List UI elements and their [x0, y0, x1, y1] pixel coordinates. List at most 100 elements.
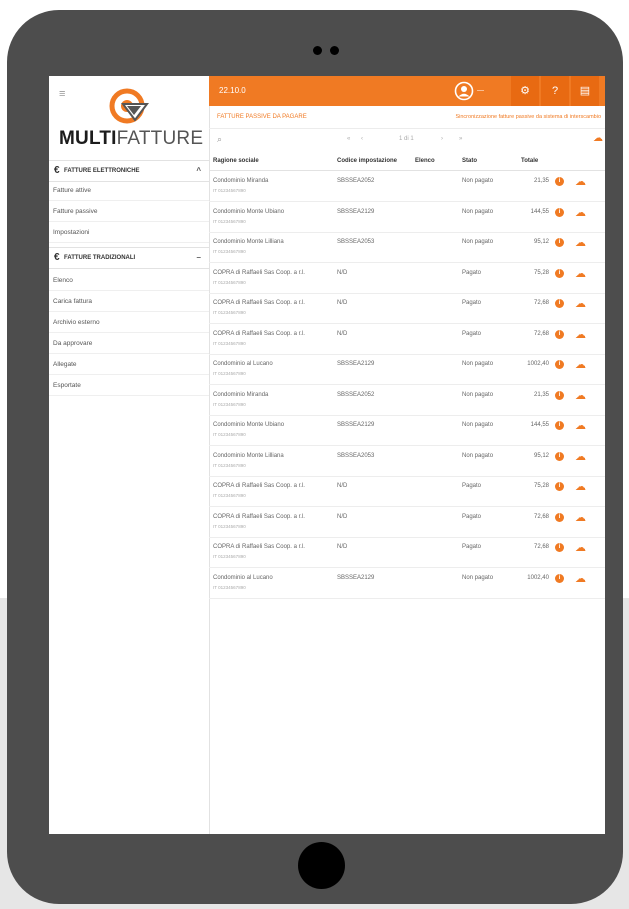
cloud-icon[interactable]: ☁: [575, 450, 586, 463]
info-icon[interactable]: i: [555, 208, 564, 217]
help-icon[interactable]: ?: [541, 76, 569, 106]
info-icon[interactable]: i: [555, 299, 564, 308]
table-row[interactable]: Condominio al Lucano IT 01234567890 SBSSEA…: [209, 354, 605, 385]
cloud-icon[interactable]: ☁: [575, 267, 586, 280]
row-vat: IT 01234567890: [213, 554, 246, 559]
cloud-icon[interactable]: ☁: [575, 419, 586, 432]
section-fatture-tradizionali[interactable]: € FATTURE TRADIZIONALI –: [49, 247, 209, 269]
row-vat: IT 01234567890: [213, 493, 246, 498]
cloud-icon[interactable]: ☁: [575, 389, 586, 402]
sidebar-item-fatture-passive[interactable]: Fatture passive: [49, 202, 209, 222]
row-total: 72,68: [533, 331, 549, 337]
col-totale[interactable]: Totale: [521, 158, 538, 164]
cloud-icon[interactable]: ☁: [575, 328, 586, 341]
user-menu[interactable]: —: [477, 87, 484, 94]
info-icon[interactable]: i: [555, 391, 564, 400]
row-vat: IT 01234567890: [213, 310, 246, 315]
info-icon[interactable]: i: [555, 482, 564, 491]
row-status: Non pagato: [462, 209, 494, 215]
info-icon[interactable]: i: [555, 574, 564, 583]
info-icon[interactable]: i: [555, 452, 564, 461]
row-status: Non pagato: [462, 361, 494, 367]
next-page-button[interactable]: ›: [441, 136, 443, 142]
cloud-icon[interactable]: ☁: [575, 480, 586, 493]
cloud-icon[interactable]: ☁: [575, 572, 586, 585]
tablet-frame: ≡ MULTIFATTURE € FATTURE ELETTRONICHE ^ …: [7, 10, 623, 904]
sidebar-item-impostazioni[interactable]: Impostazioni: [49, 223, 209, 243]
home-button[interactable]: [298, 842, 345, 889]
col-stato[interactable]: Stato: [462, 158, 477, 164]
cloud-icon[interactable]: ☁: [593, 133, 603, 144]
gear-icon[interactable]: ⚙: [511, 76, 539, 106]
table-row[interactable]: Condominio Monte Ubiano IT 01234567890 SBS…: [209, 415, 605, 446]
sidebar-item-esportate[interactable]: Esportate: [49, 376, 209, 396]
cloud-icon[interactable]: ☁: [575, 541, 586, 554]
table-row[interactable]: Condominio Monte Lilliana IT 01234567890 S…: [209, 446, 605, 477]
table-row[interactable]: COPRA di Raffaeli Sas Coop. a r.l. IT 012…: [209, 537, 605, 568]
table-row[interactable]: COPRA di Raffaeli Sas Coop. a r.l. IT 012…: [209, 263, 605, 294]
first-page-button[interactable]: «: [347, 136, 350, 142]
row-status: Pagato: [462, 544, 482, 550]
info-icon[interactable]: i: [555, 513, 564, 522]
info-icon[interactable]: i: [555, 421, 564, 430]
menu-icon[interactable]: ≡: [59, 88, 65, 100]
info-icon[interactable]: i: [555, 238, 564, 247]
document-icon[interactable]: ▤: [571, 76, 599, 106]
cloud-icon[interactable]: ☁: [575, 175, 586, 188]
row-status: Non pagato: [462, 239, 494, 245]
row-status: Non pagato: [462, 178, 494, 184]
row-vat: IT 01234567890: [213, 463, 246, 468]
col-ragione-sociale[interactable]: Ragione sociale: [213, 158, 259, 164]
sidebar-item-da-approvare[interactable]: Da approvare: [49, 334, 209, 354]
row-total: 95,12: [533, 453, 549, 459]
cloud-icon[interactable]: ☁: [575, 297, 586, 310]
row-name: COPRA di Raffaeli Sas Coop. a r.l.: [213, 300, 305, 306]
cloud-icon[interactable]: ☁: [575, 236, 586, 249]
user-circle-icon[interactable]: [454, 81, 474, 101]
section-fatture-elettroniche[interactable]: € FATTURE ELETTRONICHE ^: [49, 160, 209, 182]
table-row[interactable]: COPRA di Raffaeli Sas Coop. a r.l. IT 012…: [209, 507, 605, 538]
prev-page-button[interactable]: ‹: [361, 136, 363, 142]
table-header: Ragione sociale Codice impostazione Elen…: [209, 154, 605, 171]
chevron-down-icon: –: [196, 253, 201, 262]
sidebar-item-carica-fattura[interactable]: Carica fattura: [49, 292, 209, 312]
info-icon[interactable]: i: [555, 360, 564, 369]
sidebar: ≡ MULTIFATTURE € FATTURE ELETTRONICHE ^ …: [49, 76, 210, 834]
euro-icon: €: [54, 252, 60, 263]
row-name: COPRA di Raffaeli Sas Coop. a r.l.: [213, 514, 305, 520]
info-icon[interactable]: i: [555, 269, 564, 278]
info-icon[interactable]: i: [555, 543, 564, 552]
sidebar-item-elenco[interactable]: Elenco: [49, 271, 209, 291]
table-row[interactable]: Condominio al Lucano IT 01234567890 SBSSEA…: [209, 568, 605, 599]
row-code: SBSSEA2129: [337, 209, 375, 215]
col-elenco[interactable]: Elenco: [415, 158, 435, 164]
info-icon[interactable]: i: [555, 330, 564, 339]
row-code: N/D: [337, 544, 348, 550]
row-code: SBSSEA2052: [337, 178, 375, 184]
search-icon[interactable]: ⌕: [217, 134, 222, 145]
row-status: Pagato: [462, 300, 482, 306]
last-page-button[interactable]: »: [459, 136, 462, 142]
sidebar-item-allegate[interactable]: Allegate: [49, 355, 209, 375]
sidebar-item-fatture-attive[interactable]: Fatture attive: [49, 181, 209, 201]
sync-link[interactable]: Sincronizzazione fatture passive da sist…: [455, 114, 601, 120]
breadcrumb[interactable]: FATTURE PASSIVE DA PAGARE: [217, 114, 307, 120]
info-icon[interactable]: i: [555, 177, 564, 186]
table-row[interactable]: COPRA di Raffaeli Sas Coop. a r.l. IT 012…: [209, 293, 605, 324]
table-row[interactable]: COPRA di Raffaeli Sas Coop. a r.l. IT 012…: [209, 476, 605, 507]
row-name: Condominio al Lucano: [213, 575, 273, 581]
table-row[interactable]: Condominio Miranda IT 01234567890 SBSSEA20…: [209, 171, 605, 202]
chevron-up-icon: ^: [196, 166, 201, 175]
row-name: Condominio Monte Lilliana: [213, 453, 284, 459]
cloud-icon[interactable]: ☁: [575, 511, 586, 524]
cloud-icon[interactable]: ☁: [575, 358, 586, 371]
table-row[interactable]: Condominio Monte Lilliana IT 01234567890 S…: [209, 232, 605, 263]
cloud-icon[interactable]: ☁: [575, 206, 586, 219]
table-row[interactable]: Condominio Miranda IT 01234567890 SBSSEA20…: [209, 385, 605, 416]
sidebar-item-archivio-esterno[interactable]: Archivio esterno: [49, 313, 209, 333]
col-codice[interactable]: Codice impostazione: [337, 158, 397, 164]
table-row[interactable]: Condominio Monte Ubiano IT 01234567890 SBS…: [209, 202, 605, 233]
app-title: 22.10.0: [219, 86, 246, 95]
table-row[interactable]: COPRA di Raffaeli Sas Coop. a r.l. IT 012…: [209, 324, 605, 355]
row-total: 75,28: [533, 483, 549, 489]
